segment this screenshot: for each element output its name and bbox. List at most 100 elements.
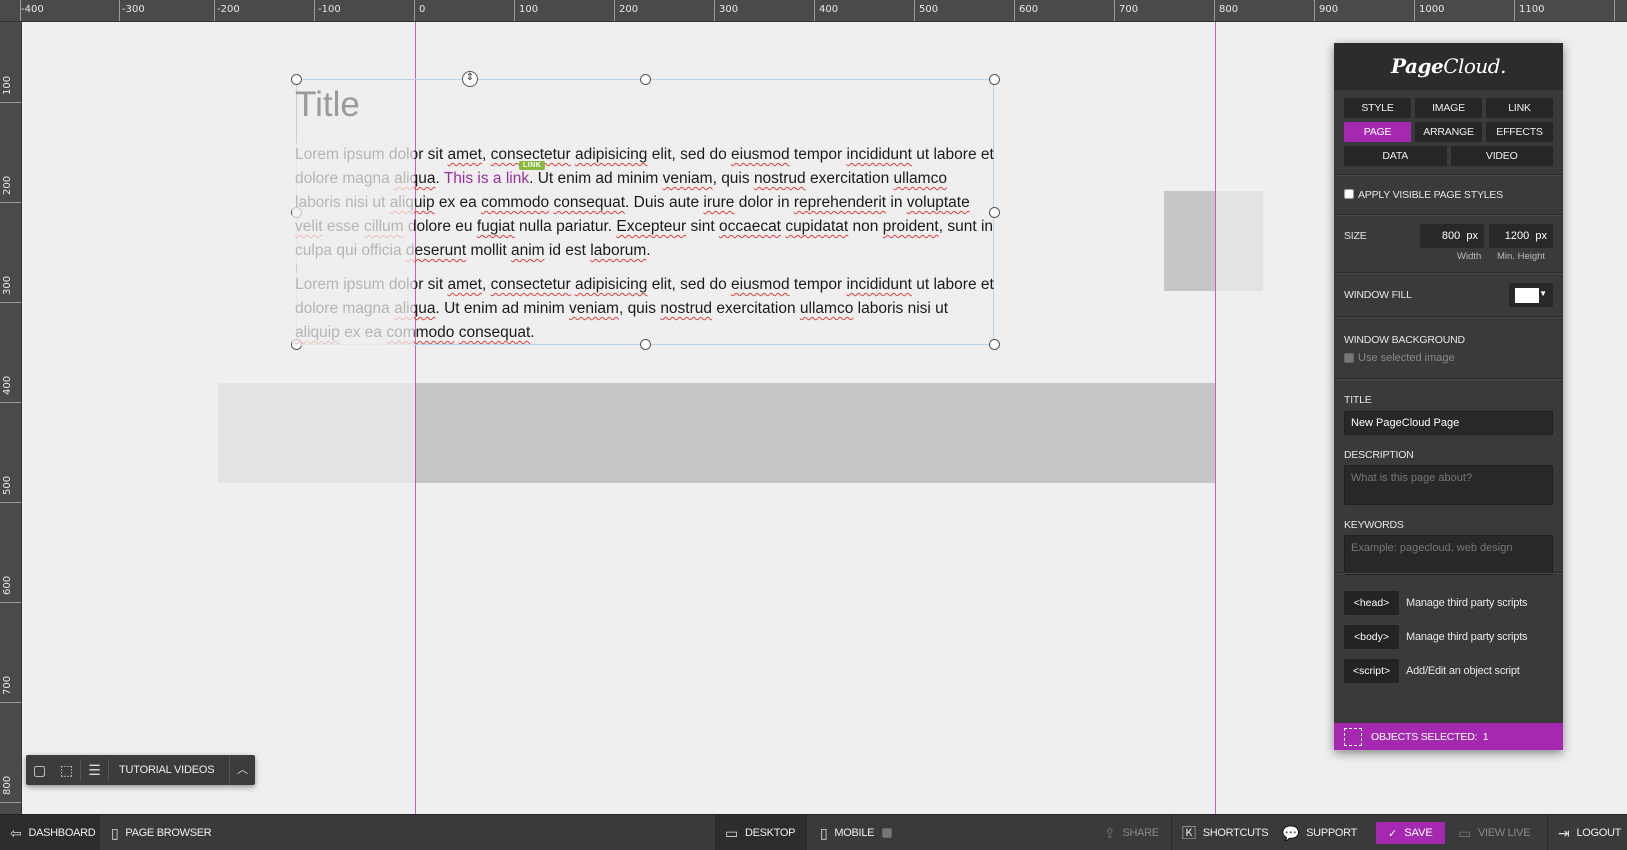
- page-title-input[interactable]: New PageCloud Page: [1344, 411, 1553, 435]
- ruler-tick: [614, 0, 615, 21]
- paragraph-1[interactable]: Lorem ipsum dolor sit amet, consectetur …: [295, 143, 995, 263]
- ruler-tick: [914, 0, 915, 21]
- use-selected-image-label: Use selected image: [1358, 352, 1455, 364]
- desktop-view-button[interactable]: ▭ DESKTOP: [725, 815, 796, 850]
- resize-handle-top-right[interactable]: [989, 74, 1000, 85]
- paragraph-2[interactable]: Lorem ipsum dolor sit amet, consectetur …: [295, 273, 995, 345]
- head-script-row[interactable]: <head> Manage third party scripts: [1344, 591, 1528, 615]
- window-fill-picker[interactable]: ▼: [1509, 283, 1553, 307]
- text-run: .: [530, 324, 535, 341]
- head-script-desc: Manage third party scripts: [1406, 597, 1528, 609]
- misspelled-word: deserunt: [405, 242, 467, 259]
- ruler-label: -300: [122, 4, 145, 15]
- min-height-input[interactable]: 1200 px: [1489, 224, 1553, 248]
- ruler-label: 600: [2, 575, 13, 595]
- use-selected-image-option[interactable]: Use selected image: [1344, 352, 1455, 364]
- script-tag-button[interactable]: <script>: [1344, 659, 1399, 683]
- page-title-text[interactable]: Title: [295, 85, 360, 125]
- text-run: sint: [686, 218, 719, 235]
- description-input[interactable]: What is this page about?: [1344, 465, 1553, 505]
- width-input[interactable]: 800 px: [1420, 224, 1484, 248]
- chevron-up-icon[interactable]: ︿: [229, 755, 255, 785]
- ruler-label: 100: [2, 75, 13, 95]
- side-shape-outside[interactable]: [1215, 191, 1263, 291]
- view-live-label: VIEW LIVE: [1477, 827, 1531, 839]
- tab-link[interactable]: LINK: [1486, 98, 1553, 118]
- page-browser-button[interactable]: ▯ PAGE BROWSER: [111, 815, 212, 850]
- tab-data[interactable]: DATA: [1344, 146, 1447, 166]
- body-tag-button[interactable]: <body>: [1344, 625, 1399, 649]
- rotate-icon[interactable]: ⇕: [462, 71, 478, 87]
- use-selected-image-checkbox[interactable]: [1344, 353, 1354, 364]
- ruler-label: 1000: [1419, 4, 1445, 15]
- view-live-button[interactable]: ▭ VIEW LIVE: [1458, 815, 1531, 850]
- link-badge[interactable]: LINK: [519, 161, 546, 170]
- text-run: ,: [481, 146, 491, 163]
- bottom-toolbar: ⇦ DASHBOARD ▯ PAGE BROWSER ▭ DESKTOP ▯ MOBIL…: [0, 814, 1627, 850]
- page-browser-label: PAGE BROWSER: [125, 827, 212, 839]
- ruler-label: 1100: [1519, 4, 1545, 15]
- side-shape[interactable]: [1164, 191, 1215, 291]
- keywords-input[interactable]: Example: pagecloud, web design: [1344, 535, 1553, 575]
- tab-arrange[interactable]: ARRANGE: [1415, 122, 1482, 142]
- misspelled-word: aliquip: [389, 194, 435, 211]
- resize-handle-top-left[interactable]: [291, 74, 302, 85]
- misspelled-word: commodo: [481, 194, 550, 211]
- save-button[interactable]: ✓ SAVE: [1376, 822, 1445, 844]
- text-run: laboris nisi ut: [295, 194, 390, 211]
- height-unit: px: [1535, 230, 1547, 242]
- mobile-checkbox[interactable]: [882, 828, 893, 838]
- shortcuts-button[interactable]: 🄺 SHORTCUTS: [1182, 815, 1269, 850]
- logout-button[interactable]: ⇥ LOGOUT: [1558, 815, 1621, 850]
- tab-page[interactable]: PAGE: [1344, 122, 1411, 142]
- tab-image[interactable]: IMAGE: [1415, 98, 1482, 118]
- support-button[interactable]: 💬 SUPPORT: [1282, 815, 1357, 850]
- mobile-view-button[interactable]: ▯ MOBILE: [820, 815, 896, 850]
- strip-outside-left[interactable]: [218, 383, 415, 483]
- dashboard-button[interactable]: ⇦ DASHBOARD: [10, 815, 96, 850]
- canvas-toolbar: ▢ ⬚ ☰ TUTORIAL VIDEOS ︿: [26, 755, 255, 785]
- apply-styles-checkbox[interactable]: [1344, 188, 1354, 199]
- width-label: Width: [1457, 251, 1482, 262]
- mobile-label: MOBILE: [834, 827, 875, 839]
- text-run: ,: [481, 276, 491, 293]
- strip-shape[interactable]: [415, 383, 1215, 483]
- ruler-label: 200: [2, 175, 13, 195]
- misspelled-word: aliqua: [394, 300, 436, 317]
- tab-style[interactable]: STYLE: [1344, 98, 1411, 118]
- head-tag-button[interactable]: <head>: [1344, 591, 1399, 615]
- window-background-label: WINDOW BACKGROUND: [1344, 334, 1465, 346]
- text-run: tempor: [789, 276, 847, 293]
- tutorial-videos-button[interactable]: TUTORIAL VIDEOS: [109, 764, 224, 776]
- misspelled-word: amet: [447, 146, 482, 163]
- misspelled-word: aliqua: [394, 170, 436, 187]
- group-select-icon[interactable]: ⬚: [53, 755, 80, 785]
- ruler-label: 400: [819, 4, 839, 15]
- resize-handle-top[interactable]: [640, 74, 651, 85]
- share-button[interactable]: ⇪ SHARE: [1104, 815, 1159, 850]
- vertical-ruler: 100 200 300 400 500 600 700 800: [0, 22, 22, 814]
- body-script-row[interactable]: <body> Manage third party scripts: [1344, 625, 1528, 649]
- ruler-tick: [0, 502, 21, 503]
- misspelled-word: commodo: [386, 324, 455, 341]
- ruler-tick: [0, 202, 21, 203]
- keyboard-k-icon: 🄺: [1182, 825, 1196, 841]
- ruler-tick: [0, 602, 21, 603]
- logout-label: LOGOUT: [1576, 827, 1622, 839]
- text-link[interactable]: This is a link: [444, 170, 529, 187]
- tab-video[interactable]: VIDEO: [1450, 146, 1553, 166]
- ruler-tick: [414, 0, 415, 21]
- text-run: ex ea: [434, 194, 482, 211]
- misspelled-word: ullamco: [799, 300, 854, 317]
- object-script-row[interactable]: <script> Add/Edit an object script: [1344, 659, 1520, 683]
- select-frame-icon[interactable]: ▢: [26, 755, 53, 785]
- misspelled-word: adipisicing: [575, 146, 648, 163]
- tab-effects[interactable]: EFFECTS: [1486, 122, 1553, 142]
- text-run: nulla pariatur.: [514, 218, 617, 235]
- text-align-icon[interactable]: ☰: [81, 755, 108, 785]
- dashboard-label: DASHBOARD: [28, 827, 96, 839]
- misspelled-word: occaecat: [718, 218, 781, 235]
- text-run: . Ut enim ad minim: [529, 170, 663, 187]
- panel-header: PageCloud.: [1334, 43, 1563, 90]
- description-label: DESCRIPTION: [1344, 449, 1414, 461]
